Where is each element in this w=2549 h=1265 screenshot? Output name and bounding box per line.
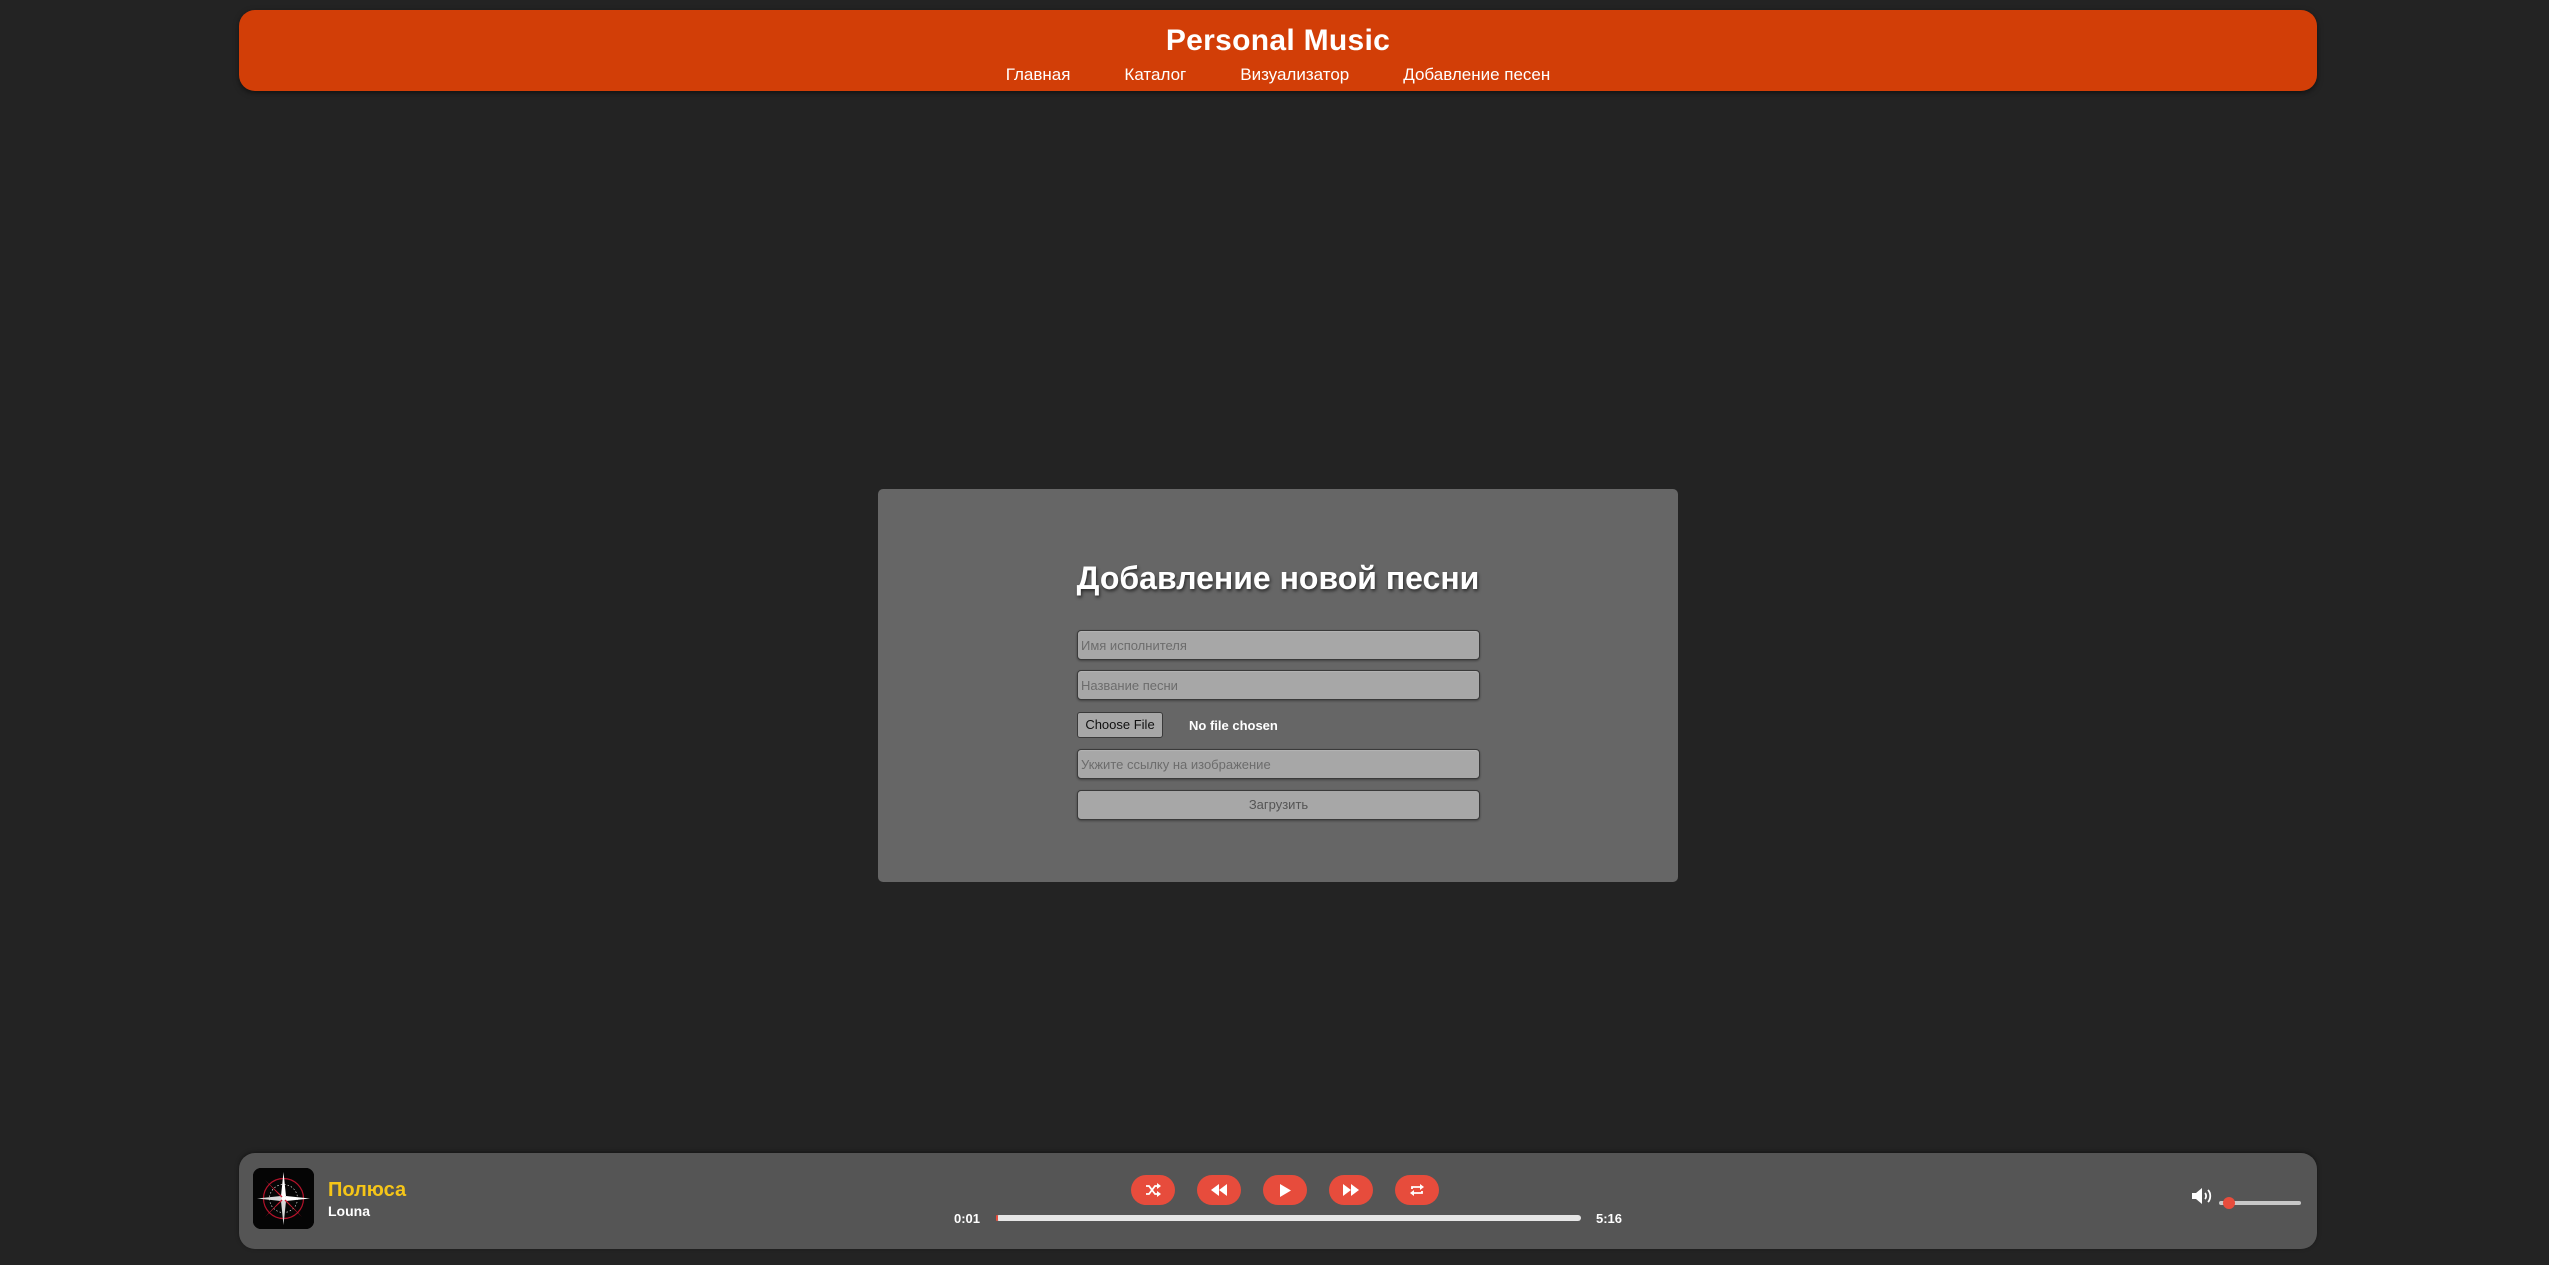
upload-form-title: Добавление новой песни [1076, 560, 1480, 596]
nav-link-catalog[interactable]: Каталог [1124, 65, 1186, 85]
track-artist: Louna [328, 1203, 370, 1219]
site-title: Personal Music [1165, 24, 1391, 57]
upload-submit-button[interactable]: Загрузить [1077, 790, 1480, 820]
choose-file-button[interactable]: Choose File [1077, 712, 1163, 738]
progress-fill [996, 1215, 998, 1221]
album-cover [253, 1168, 314, 1229]
playback-controls [1131, 1175, 1439, 1205]
compass-rose-cover-art [253, 1168, 314, 1229]
main-nav: Главная Каталог Визуализатор Добавление … [239, 65, 2317, 85]
rewind-icon [1211, 1184, 1227, 1196]
fast-forward-button[interactable] [1329, 1175, 1373, 1205]
shuffle-button[interactable] [1131, 1175, 1175, 1205]
volume-icon [2192, 1188, 2212, 1204]
progress-bar[interactable] [996, 1215, 1581, 1221]
current-time: 0:01 [954, 1211, 981, 1226]
play-button[interactable] [1263, 1175, 1307, 1205]
artist-name-input[interactable] [1077, 630, 1480, 660]
song-title-input[interactable] [1077, 670, 1480, 700]
nav-link-home[interactable]: Главная [1006, 65, 1071, 85]
repeat-button[interactable] [1395, 1175, 1439, 1205]
file-status-label: No file chosen [1189, 717, 1278, 733]
repeat-icon [1410, 1184, 1424, 1196]
volume-slider-handle[interactable] [2222, 1197, 2235, 1209]
track-duration: 5:16 [1596, 1211, 1623, 1226]
mute-button[interactable] [2192, 1187, 2214, 1210]
image-url-input[interactable] [1077, 749, 1480, 779]
shuffle-icon [1146, 1183, 1161, 1197]
fast-forward-icon [1343, 1184, 1359, 1196]
play-icon [1280, 1183, 1291, 1197]
rewind-button[interactable] [1197, 1175, 1241, 1205]
volume-slider[interactable] [2219, 1197, 2301, 1209]
upload-form-card: Добавление новой песни Choose File No fi… [878, 489, 1678, 882]
nav-link-visualizer[interactable]: Визуализатор [1240, 65, 1349, 85]
nav-link-add-songs[interactable]: Добавление песен [1403, 65, 1550, 85]
site-header: Personal Music Главная Каталог Визуализа… [239, 10, 2317, 91]
file-picker: Choose File No file chosen [1077, 712, 1278, 738]
player-bar: Полюса Louna 0:01 5:16 [239, 1153, 2317, 1249]
track-title: Полюса [328, 1179, 407, 1201]
